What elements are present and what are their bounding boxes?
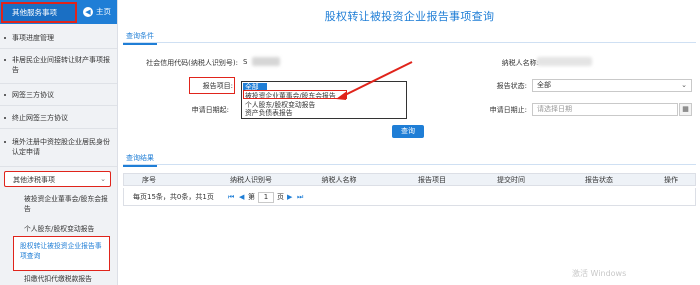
credit-code-field[interactable] [252,57,280,66]
sidebar-subitem-label: 股权转让被投资企业报告事项查询 [20,242,102,260]
apply-end-date-input[interactable]: 请选择日期 [532,103,678,116]
page-prefix: 第 [248,193,255,201]
sidebar-item-resident-identity[interactable]: 境外注册中资控股企业居民身份认定申请 [0,137,117,157]
last-page-icon[interactable]: ⏭ [297,188,303,206]
sidebar-item-label: 事项进度管理 [12,34,54,42]
chevron-down-icon: ⌄ [681,81,687,89]
bullet-icon [4,94,6,96]
sidebar-item-label: 其他涉税事项 [13,176,55,184]
credit-code-label: 社会信用代码(纳税人识别号): [146,59,238,67]
credit-code-visible-prefix: S [243,58,248,66]
divider [123,42,696,43]
divider [0,105,117,106]
page-suffix: 页 [277,193,284,201]
chevron-down-icon: ⌄ [100,175,106,183]
home-arrow-icon: ◀ [83,7,93,17]
first-page-icon[interactable]: ⏮ [228,188,234,206]
column-header: 报告状态 [585,176,613,184]
sidebar-item-label: 境外注册中资控股企业居民身份认定申请 [12,138,110,156]
sidebar-item-label: 网签三方协议 [12,91,54,99]
column-header: 序号 [142,176,156,184]
sidebar-subitem-board-report[interactable]: 被投资企业董事会/股东会报告 [0,194,117,214]
sidebar-item-progress[interactable]: 事项进度管理 [0,33,117,43]
apply-end-label: 申请日期止: [489,106,527,114]
column-header: 纳税人识别号 [230,176,272,184]
apply-end-placeholder: 请选择日期 [537,105,572,113]
column-header: 纳税人名称 [321,176,357,184]
pagination-summary: 每页15条，共0条，共1页 [133,193,214,201]
report-status-value: 全部 [537,81,551,89]
sidebar-header: 其他服务事项 ◀ 主页 [0,0,117,24]
prev-page-icon[interactable]: ◀ [239,188,244,206]
divider [123,164,696,165]
sidebar-item-terminate-tripartite[interactable]: 终止网签三方协议 [0,113,117,123]
sidebar-item-tripartite[interactable]: 网签三方协议 [0,90,117,100]
sidebar-item-other-tax-matters[interactable]: 其他涉税事项 ⌄ [4,171,111,187]
dropdown-option-balance-sheet[interactable]: 资产负债表报告 [245,109,293,117]
bullet-icon [4,37,6,39]
sidebar-subitem-withholding-report[interactable]: 扣缴代扣代缴税款报告 [0,274,117,284]
divider [0,83,117,84]
page-title: 股权转让被投资企业报告事项查询 [324,10,495,23]
next-page-icon[interactable]: ▶ [287,188,292,206]
watermark: 激活 Windows [572,269,627,278]
dropdown-option-shareholder-change[interactable]: 个人股东/股权变动报告 [245,101,315,109]
sidebar-item-label: 终止网签三方协议 [12,114,68,122]
main-panel: 股权转让被投资企业报告事项查询 查询条件 社会信用代码(纳税人识别号): S 纳… [119,0,700,285]
page-number-input[interactable]: 1 [258,192,274,203]
bullet-icon [4,141,6,143]
column-header: 提交时间 [497,176,525,184]
apply-start-label: 申请日期起: [191,106,229,114]
divider [0,166,117,167]
divider [0,48,117,49]
sidebar-subitem-shareholder-change[interactable]: 个人股东/股权变动报告 [0,224,117,234]
taxpayer-name-field[interactable] [537,57,592,66]
column-header: 报告项目 [418,176,446,184]
report-status-label: 报告状态: [496,82,527,90]
sidebar: 其他服务事项 ◀ 主页 事项进度管理 非居民企业间接转让财产事项报告 网签三方协… [0,0,118,285]
query-button[interactable]: 查询 [392,125,424,138]
home-label: 主页 [96,7,111,16]
report-status-select[interactable]: 全部 ⌄ [532,79,692,92]
taxpayer-name-label: 纳税人名称: [501,59,539,67]
table-header: 序号 纳税人识别号 纳税人名称 报告项目 提交时间 报告状态 操作 [123,173,696,186]
report-item-label: 报告项目: [202,82,233,90]
home-button[interactable]: ◀ 主页 [83,6,111,18]
report-item-dropdown[interactable]: 全部 被投资企业董事会/股东会报告 个人股东/股权变动报告 资产负债表报告 [241,81,407,119]
sidebar-title[interactable]: 其他服务事项 [1,2,77,23]
divider [0,128,117,129]
sidebar-subitem-equity-transfer-query[interactable]: 股权转让被投资企业报告事项查询 [13,236,110,271]
bullet-icon [4,59,6,61]
bullet-icon [4,117,6,119]
column-header: 操作 [664,176,678,184]
calendar-icon[interactable]: ▦ [679,103,692,116]
dropdown-option-highlight [243,90,347,99]
sidebar-item-label: 非居民企业间接转让财产事项报告 [12,56,110,74]
sidebar-item-nonresident-report[interactable]: 非居民企业间接转让财产事项报告 [0,55,117,75]
pagination-bar: 每页15条，共0条，共1页 ⏮ ◀ 第 1 页 ▶ ⏭ [123,188,696,206]
